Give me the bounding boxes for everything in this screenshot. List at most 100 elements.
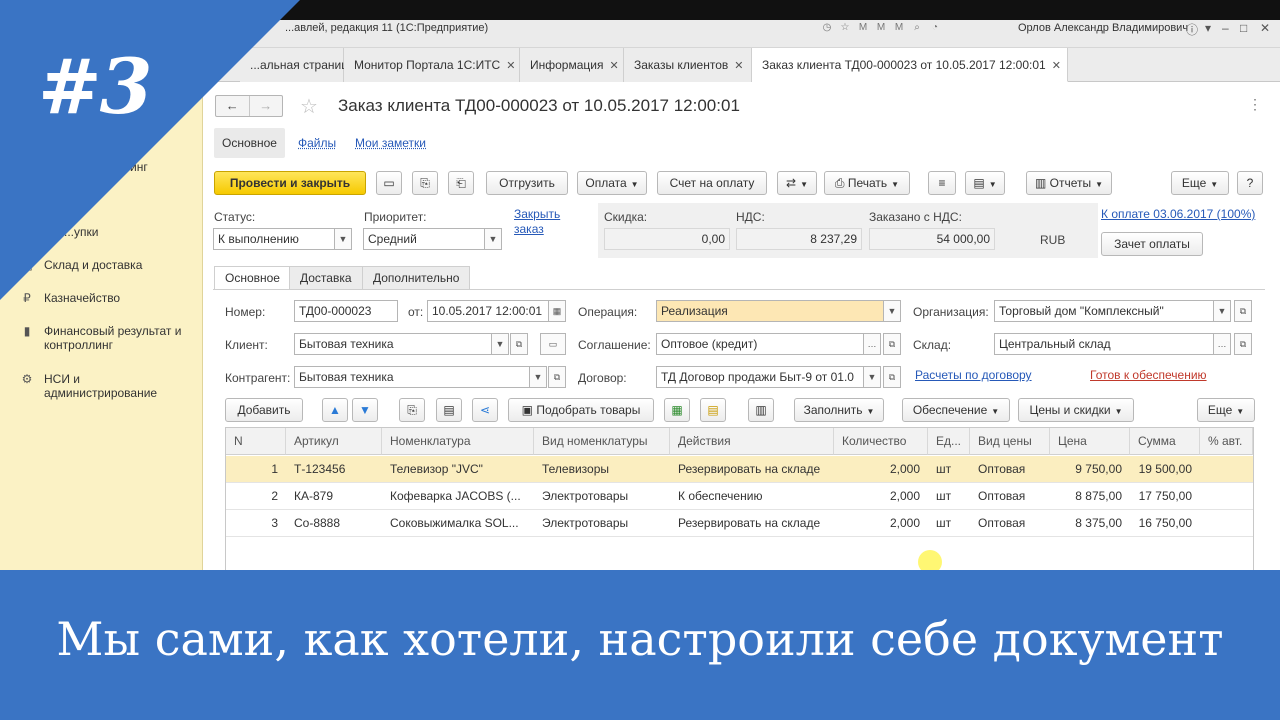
cell-auto-discount[interactable]: [1200, 456, 1253, 483]
settlements-link[interactable]: Расчеты по договору: [915, 368, 1032, 382]
cell-nomenclature[interactable]: Соковыжималка SOL...: [382, 510, 534, 537]
column-header-row-number[interactable]: N: [226, 428, 286, 455]
cell-quantity[interactable]: 2,000: [834, 483, 928, 510]
column-header-unit[interactable]: Ед...: [928, 428, 970, 455]
column-header-auto-discount[interactable]: % авт.: [1200, 428, 1253, 455]
goods-table[interactable]: N Артикул Номенклатура Вид номенклатуры Дейс…: [225, 427, 1254, 572]
fill-button[interactable]: Заполнить ▼: [794, 398, 884, 422]
help-button[interactable]: ?: [1237, 171, 1263, 195]
favorite-star-icon[interactable]: ☆: [300, 94, 318, 119]
cell-row-number[interactable]: 2: [226, 483, 286, 510]
client-field[interactable]: Бытовая техника: [294, 333, 492, 355]
favorite-icon[interactable]: ☆: [838, 21, 852, 35]
cell-amount[interactable]: 17 750,00: [1130, 483, 1200, 510]
zoom-icon[interactable]: ⌕: [910, 21, 924, 35]
column-header-quantity[interactable]: Количество: [834, 428, 928, 455]
close-order-link[interactable]: Закрыть заказ: [514, 207, 570, 237]
close-tab-icon[interactable]: ✕: [609, 60, 618, 72]
post-icon[interactable]: ⎘: [412, 171, 438, 195]
info-icon[interactable]: ⓘ: [1186, 21, 1198, 38]
contractor-field[interactable]: Бытовая техника: [294, 366, 530, 388]
open-icon[interactable]: ⧉: [1234, 300, 1252, 322]
column-header-nomenclature[interactable]: Номенклатура: [382, 428, 534, 455]
delete-icon[interactable]: ▤: [436, 398, 462, 422]
cell-amount[interactable]: 19 500,00: [1130, 456, 1200, 483]
cell-price-type[interactable]: Оптовая: [970, 483, 1050, 510]
chevron-down-icon[interactable]: ▼: [529, 366, 547, 388]
supply-button[interactable]: Обеспечение ▼: [902, 398, 1010, 422]
cell-price[interactable]: 8 375,00: [1050, 510, 1130, 537]
cell-unit[interactable]: шт: [928, 483, 970, 510]
open-icon[interactable]: ⧉: [1234, 333, 1252, 355]
card-icon[interactable]: ▭: [540, 333, 566, 355]
payment-button[interactable]: Оплата ▼: [577, 171, 647, 195]
add-row-button[interactable]: Добавить: [225, 398, 303, 422]
cell-unit[interactable]: шт: [928, 510, 970, 537]
chevron-down-icon[interactable]: ▼: [863, 366, 881, 388]
tab-its-monitor[interactable]: Монитор Портала 1С:ИТС ✕: [344, 48, 520, 82]
calendar-icon[interactable]: ▦: [548, 300, 566, 322]
maximize-button[interactable]: □: [1240, 21, 1247, 35]
column-header-price-type[interactable]: Вид цены: [970, 428, 1050, 455]
form-tab-files[interactable]: Файлы: [298, 128, 336, 158]
column-header-amount[interactable]: Сумма: [1130, 428, 1200, 455]
attachments-icon[interactable]: ▤ ▼: [965, 171, 1005, 195]
print-button[interactable]: ⎙ Печать ▼: [824, 171, 910, 195]
cell-nomenclature[interactable]: Телевизор "JVC": [382, 456, 534, 483]
ready-to-supply-link[interactable]: Готов к обеспечению: [1090, 368, 1207, 382]
ellipsis-icon[interactable]: …: [863, 333, 881, 355]
chevron-down-icon[interactable]: ▼: [883, 300, 901, 322]
cell-auto-discount[interactable]: [1200, 483, 1253, 510]
close-tab-icon[interactable]: ✕: [1052, 60, 1061, 72]
organization-field[interactable]: Торговый дом "Комплексный": [994, 300, 1214, 322]
cell-unit[interactable]: шт: [928, 456, 970, 483]
agreement-field[interactable]: Оптовое (кредит): [656, 333, 864, 355]
tab-information[interactable]: Информация ✕: [520, 48, 624, 82]
import-icon[interactable]: ▤: [700, 398, 726, 422]
cell-quantity[interactable]: 2,000: [834, 456, 928, 483]
invoice-button[interactable]: Счет на оплату: [657, 171, 767, 195]
unpost-icon[interactable]: ⎗: [448, 171, 474, 195]
cell-action[interactable]: Резервировать на складе: [670, 510, 834, 537]
payment-due-link[interactable]: К оплате 03.06.2017 (100%): [1101, 207, 1255, 221]
grid-more-button[interactable]: Еще ▼: [1197, 398, 1255, 422]
memory-plus-icon[interactable]: M: [874, 21, 888, 35]
tab-client-orders[interactable]: Заказы клиентов ✕: [624, 48, 752, 82]
number-field[interactable]: ТД00-000023: [294, 300, 398, 322]
chevron-down-icon[interactable]: ▼: [484, 228, 502, 250]
cell-nomenclature-type[interactable]: Электротовары: [534, 483, 670, 510]
barcode-icon[interactable]: ▥: [748, 398, 774, 422]
cell-price-type[interactable]: Оптовая: [970, 456, 1050, 483]
column-header-article[interactable]: Артикул: [286, 428, 382, 455]
operation-select[interactable]: Реализация: [656, 300, 884, 322]
cell-nomenclature-type[interactable]: Телевизоры: [534, 456, 670, 483]
save-icon[interactable]: ▭: [376, 171, 402, 195]
open-icon[interactable]: ⧉: [883, 333, 901, 355]
date-field[interactable]: 10.05.2017 12:00:01: [427, 300, 549, 322]
related-docs-icon[interactable]: ⇄ ▼: [777, 171, 817, 195]
menu-dropdown-icon[interactable]: ▾: [1205, 21, 1211, 35]
cell-price[interactable]: 8 875,00: [1050, 483, 1130, 510]
chevron-down-icon[interactable]: ▼: [491, 333, 509, 355]
copy-icon[interactable]: ⎘: [399, 398, 425, 422]
close-window-button[interactable]: ✕: [1260, 21, 1270, 35]
payment-offset-button[interactable]: Зачет оплаты: [1101, 232, 1203, 256]
cell-article[interactable]: Со-8888: [286, 510, 382, 537]
more-vertical-icon[interactable]: ⋮: [1248, 96, 1262, 113]
column-header-action[interactable]: Действия: [670, 428, 834, 455]
reports-button[interactable]: ▥ Отчеты ▼: [1026, 171, 1112, 195]
table-row[interactable]: 1 Т-123456 Телевизор "JVC" Телевизоры Резерв…: [226, 456, 1253, 483]
cell-amount[interactable]: 16 750,00: [1130, 510, 1200, 537]
pick-goods-button[interactable]: ▣ Подобрать товары: [508, 398, 654, 422]
column-header-nomenclature-type[interactable]: Вид номенклатуры: [534, 428, 670, 455]
contract-field[interactable]: ТД Договор продажи Быт-9 от 01.0: [656, 366, 864, 388]
inner-tab-delivery[interactable]: Доставка: [289, 266, 363, 290]
user-name[interactable]: Орлов Александр Владимирович: [1018, 22, 1188, 34]
table-row[interactable]: 2 КА-879 Кофеварка JACOBS (... Электротовар…: [226, 483, 1253, 510]
chevron-down-icon[interactable]: ▼: [334, 228, 352, 250]
ship-button[interactable]: Отгрузить: [486, 171, 568, 195]
excel-icon[interactable]: ▦: [664, 398, 690, 422]
history-icon[interactable]: ◷: [820, 21, 834, 35]
cell-nomenclature-type[interactable]: Электротовары: [534, 510, 670, 537]
prices-discounts-button[interactable]: Цены и скидки ▼: [1018, 398, 1134, 422]
